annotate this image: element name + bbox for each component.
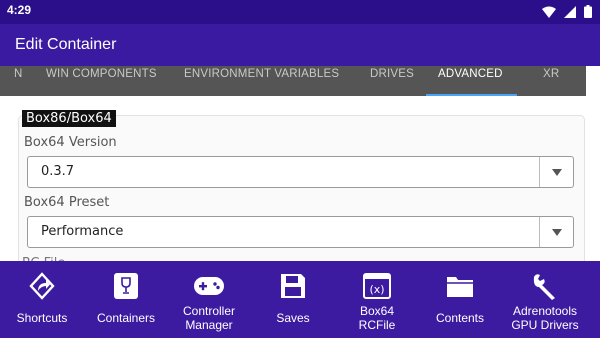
nav-label: Adrenotools <box>512 304 578 318</box>
status-icons <box>542 5 592 18</box>
nav-label-line2: Manager <box>185 318 233 332</box>
box64-preset-value: Performance <box>41 224 124 239</box>
section-title: Box86/Box64 <box>22 110 116 127</box>
tab-environment-variables[interactable]: ENVIRONMENT VARIABLES <box>184 68 339 80</box>
nav-shortcuts[interactable]: Shortcuts <box>4 261 80 338</box>
nav-box64-rcfile[interactable]: (x) Box64 RCFile <box>339 261 415 338</box>
select-divider <box>539 157 540 187</box>
gamepad-icon <box>192 269 226 303</box>
battery-icon <box>584 5 592 18</box>
box64-version-select[interactable]: 0.3.7 <box>27 156 574 188</box>
folder-icon <box>443 269 477 303</box>
tab-xr[interactable]: XR <box>543 68 559 80</box>
shortcuts-icon <box>25 269 59 303</box>
tab-advanced[interactable]: ADVANCED <box>438 68 503 80</box>
tab-win-components[interactable]: WIN COMPONENTS <box>46 68 157 80</box>
status-time: 4:29 <box>7 3 32 17</box>
nav-label: Controller <box>182 304 236 318</box>
nav-label-line2: GPU Drivers <box>511 318 579 332</box>
select-divider <box>539 217 540 247</box>
floppy-disk-icon <box>276 269 310 303</box>
nav-containers[interactable]: Containers <box>88 261 164 338</box>
nav-controller-manager[interactable]: Controller Manager <box>171 261 247 338</box>
nav-label: Box64 <box>359 304 395 318</box>
bottom-nav: Shortcuts Containers Controller Manager … <box>0 261 600 338</box>
nav-label-line2: RCFile <box>358 318 396 332</box>
tab-bar: N WIN COMPONENTS ENVIRONMENT VARIABLES D… <box>0 66 586 96</box>
nav-label: Containers <box>96 311 156 325</box>
app-bar: Edit Container <box>0 24 600 66</box>
wine-glass-icon <box>109 269 143 303</box>
page-title: Edit Container <box>15 36 117 53</box>
box64-version-label: Box64 Version <box>24 135 117 150</box>
wifi-icon <box>542 6 556 18</box>
nav-saves[interactable]: Saves <box>255 261 331 338</box>
nav-adrenotools[interactable]: Adrenotools GPU Drivers <box>505 261 585 338</box>
svg-text:(x): (x) <box>369 283 384 296</box>
nav-contents[interactable]: Contents <box>422 261 498 338</box>
dropdown-arrow-icon[interactable] <box>552 169 562 176</box>
tab-indicator <box>426 94 517 96</box>
wrench-icon <box>528 269 562 303</box>
dropdown-arrow-icon[interactable] <box>552 229 562 236</box>
box64-version-value: 0.3.7 <box>41 164 75 179</box>
box64-preset-label: Box64 Preset <box>24 195 110 210</box>
variable-icon: (x) <box>360 269 394 303</box>
tab-partial[interactable]: N <box>14 68 23 80</box>
nav-label: Shortcuts <box>16 311 68 325</box>
signal-icon <box>564 5 576 18</box>
tab-drives[interactable]: DRIVES <box>370 68 414 80</box>
nav-label: Saves <box>276 311 310 325</box>
status-bar: 4:29 <box>0 0 600 24</box>
nav-label: Contents <box>435 311 485 325</box>
box64-preset-select[interactable]: Performance <box>27 216 574 248</box>
